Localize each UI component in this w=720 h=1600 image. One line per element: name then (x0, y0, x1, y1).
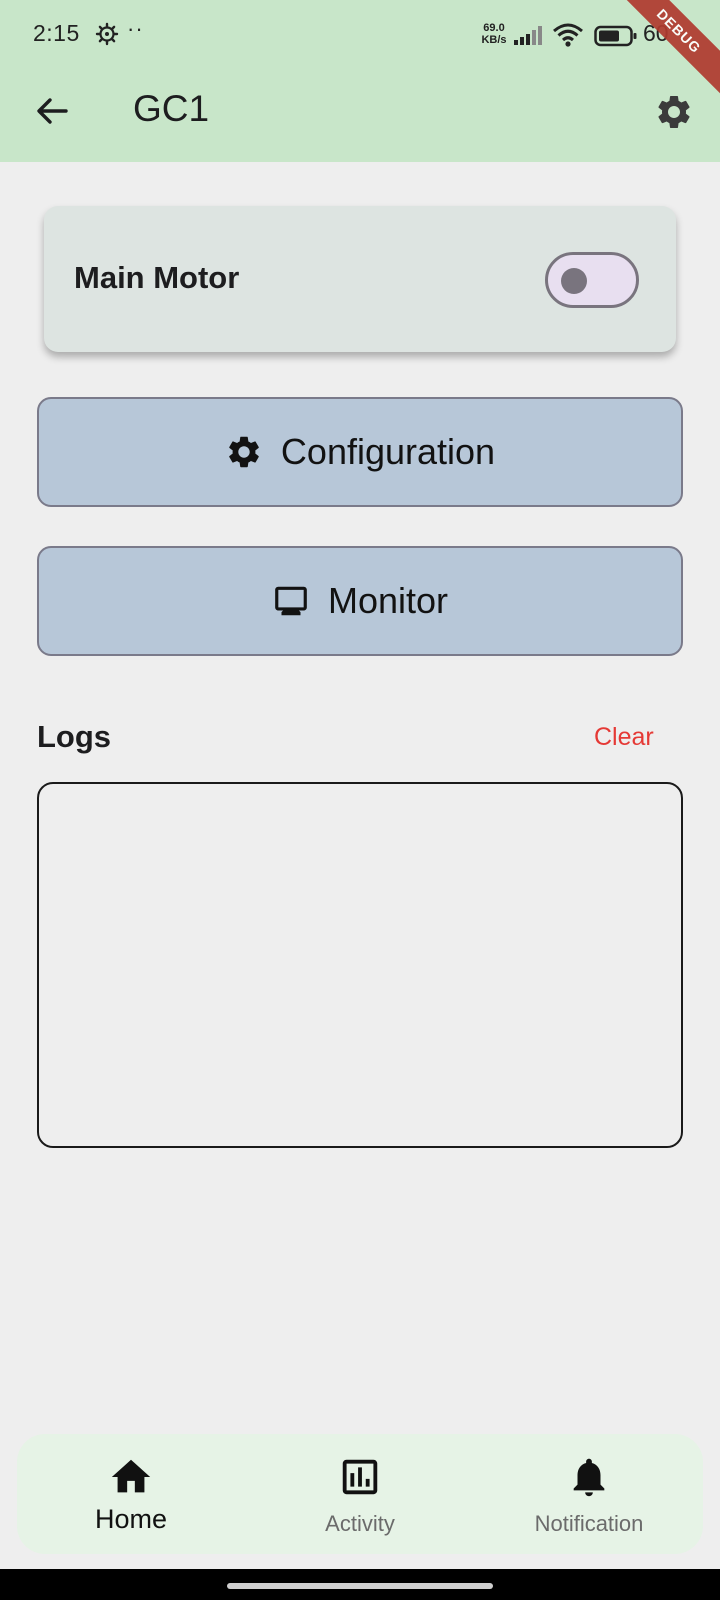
signal-icon (514, 26, 542, 45)
main-motor-card: Main Motor (44, 206, 676, 352)
wifi-icon (553, 23, 583, 47)
nav-label-notification: Notification (534, 1511, 644, 1536)
main-motor-label: Main Motor (74, 260, 240, 295)
status-time: 2:15 (33, 20, 80, 46)
nav-item-home[interactable]: Home (17, 1434, 245, 1554)
settings-icon[interactable] (654, 92, 694, 132)
bell-icon (573, 1458, 605, 1497)
configuration-button[interactable]: Configuration (37, 397, 683, 507)
activity-chart-icon (342, 1459, 378, 1495)
nav-label-activity: Activity (325, 1511, 395, 1536)
main-motor-switch[interactable] (545, 252, 639, 308)
net-speed-value: 69.0 (483, 22, 505, 34)
net-speed-unit: KB/s (481, 34, 507, 46)
net-speed: 69.0 KB/s (476, 22, 512, 46)
nav-item-activity[interactable]: Activity (246, 1434, 474, 1554)
monitor-icon (275, 586, 307, 616)
home-indicator[interactable] (227, 1583, 493, 1589)
logs-box[interactable] (37, 782, 683, 1148)
debug-banner: DEBUG (615, 0, 720, 95)
nav-label-home: Home (94, 1504, 168, 1534)
home-icon (111, 1459, 151, 1493)
status-dots: ·· (127, 16, 144, 41)
configuration-label: Configuration (280, 431, 496, 472)
monitor-button[interactable]: Monitor (37, 546, 683, 656)
settings-gear-icon (95, 22, 119, 46)
nav-item-notification[interactable]: Notification (475, 1434, 703, 1554)
switch-thumb (561, 268, 587, 294)
battery-icon (594, 25, 637, 47)
gear-icon (229, 436, 259, 468)
clear-logs-button[interactable]: Clear (594, 723, 654, 752)
monitor-label: Monitor (327, 580, 449, 621)
page-title: GC1 (133, 88, 210, 129)
back-arrow-icon[interactable] (32, 91, 72, 131)
app-header: 2:15 ·· 69.0 KB/s 60 DEBUG GC1 (0, 0, 720, 162)
logs-title: Logs (37, 719, 112, 754)
bottom-navigation: Home Activity Notification (17, 1434, 703, 1554)
screen: 2:15 ·· 69.0 KB/s 60 DEBUG GC1 Main Moto… (0, 0, 720, 1600)
